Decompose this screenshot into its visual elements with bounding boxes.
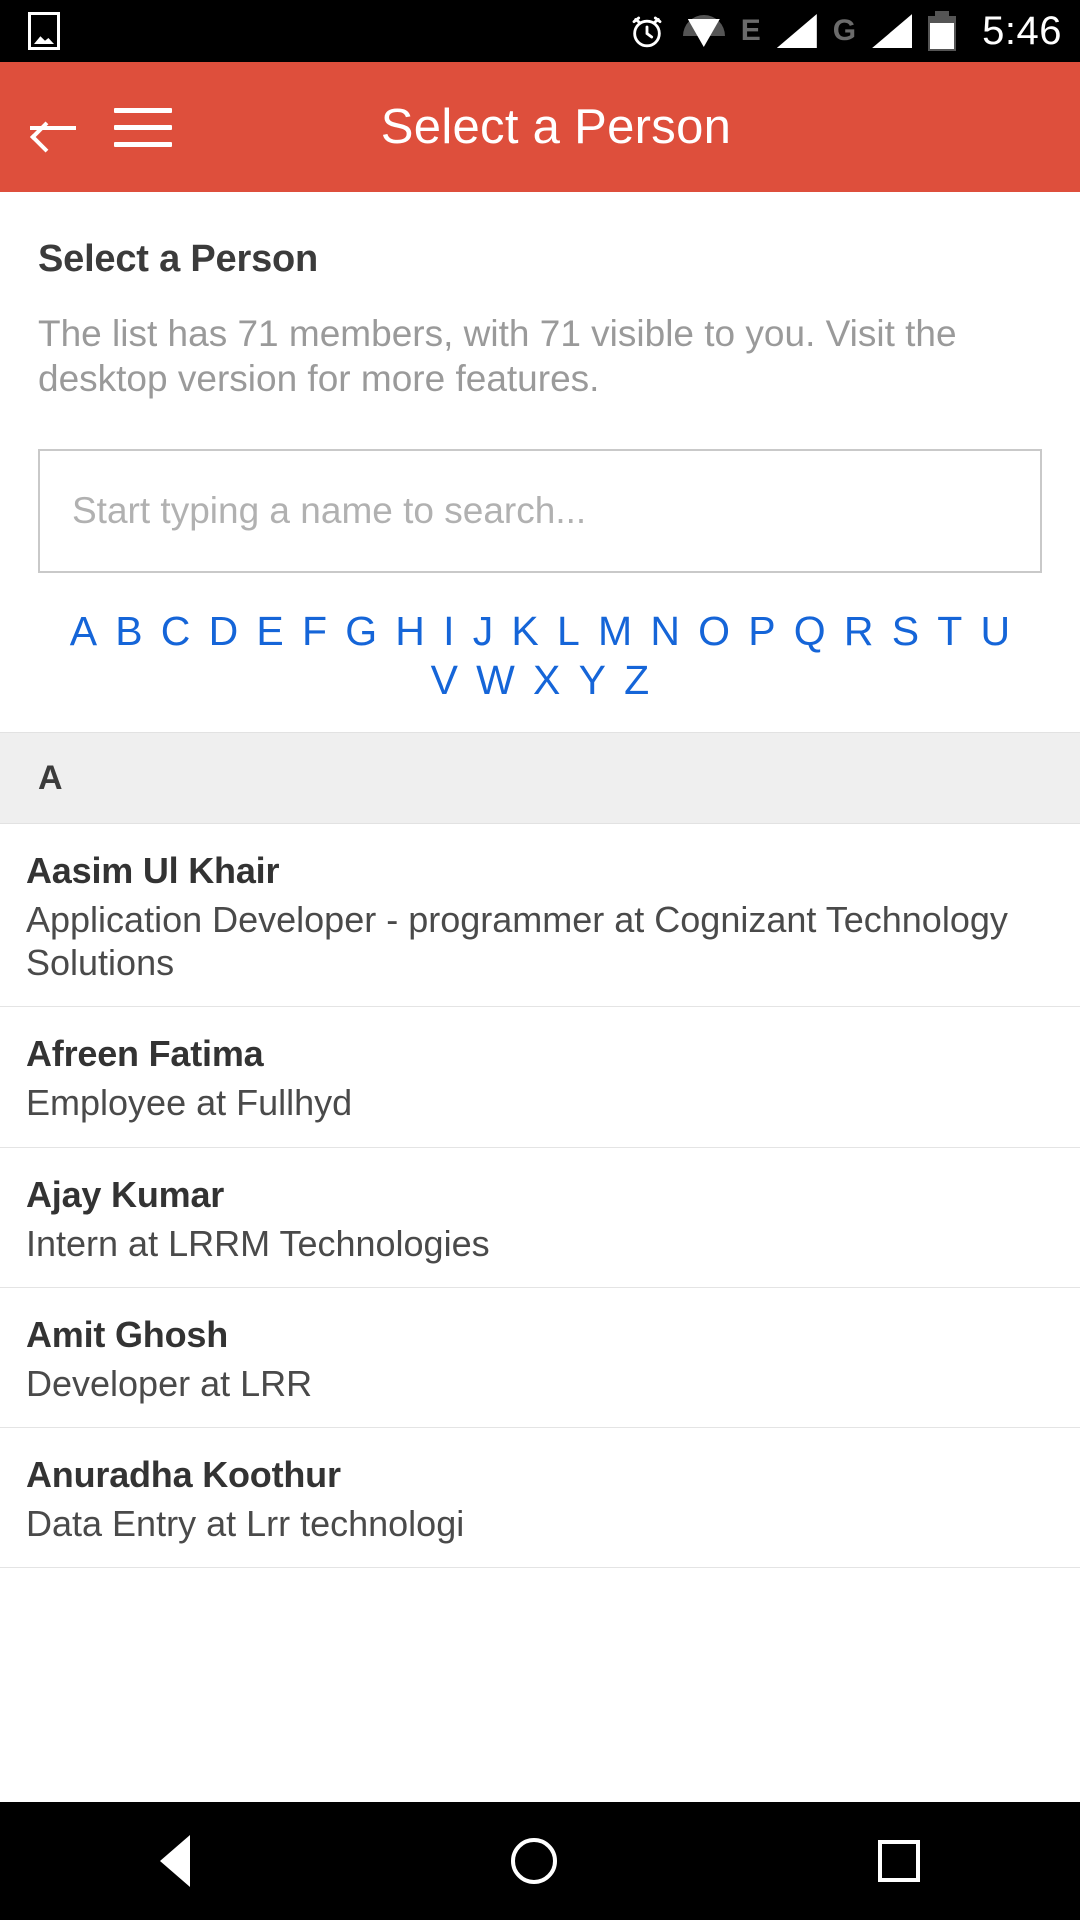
content-area: Select a Person The list has 71 members,…: [0, 192, 1080, 704]
status-bar: E G 5:46: [0, 0, 1080, 62]
alpha-link-v[interactable]: V: [422, 656, 468, 704]
alpha-link-a[interactable]: A: [61, 607, 107, 655]
app-bar: Select a Person: [0, 62, 1080, 192]
network-type-g: G: [832, 14, 857, 47]
alpha-link-k[interactable]: K: [502, 607, 548, 655]
alpha-link-i[interactable]: I: [434, 607, 464, 655]
alpha-link-w[interactable]: W: [467, 656, 524, 704]
alpha-link-s[interactable]: S: [883, 607, 929, 655]
person-list-item[interactable]: Ajay Kumar Intern at LRRM Technologies: [0, 1148, 1080, 1288]
person-list-item[interactable]: Aasim Ul Khair Application Developer - pr…: [0, 824, 1080, 1008]
alarm-icon: [632, 16, 662, 48]
signal-bars-1-icon: [776, 14, 817, 48]
alpha-link-l[interactable]: L: [548, 607, 589, 655]
alpha-link-c[interactable]: C: [152, 607, 200, 655]
search-input[interactable]: [38, 449, 1042, 574]
person-role: Developer at LRR: [26, 1362, 313, 1404]
alpha-link-f[interactable]: F: [293, 607, 336, 655]
person-name: Anuradha Koothur: [26, 1453, 341, 1495]
wifi-icon: [682, 15, 725, 47]
person-list: Aasim Ul Khair Application Developer - pr…: [0, 824, 1080, 1569]
alpha-link-b[interactable]: B: [106, 607, 152, 655]
image-icon: [28, 12, 60, 50]
alpha-link-m[interactable]: M: [589, 607, 641, 655]
signal-bars-2-icon: [872, 14, 913, 48]
person-role: Application Developer - programmer at Co…: [26, 899, 1008, 984]
alpha-link-h[interactable]: H: [386, 607, 434, 655]
alpha-link-q[interactable]: Q: [785, 607, 835, 655]
network-type-e: E: [740, 14, 761, 47]
person-role: Data Entry at Lrr technologi: [26, 1502, 465, 1544]
list-description: The list has 71 members, with 71 visible…: [38, 313, 957, 400]
person-list-item[interactable]: Afreen Fatima Employee at Fullhyd: [0, 1007, 1080, 1148]
nav-home-icon[interactable]: [510, 1838, 557, 1884]
android-nav-bar: [0, 1802, 1080, 1920]
battery-icon: [928, 11, 957, 51]
person-name: Afreen Fatima: [26, 1033, 264, 1075]
alpha-link-o[interactable]: O: [689, 607, 739, 655]
alphabet-index[interactable]: A B C D E F G H I J K L M N O P Q R S T U V W X Y Z: [38, 607, 1042, 704]
hamburger-menu-icon[interactable]: [114, 107, 172, 147]
alpha-link-t[interactable]: T: [928, 607, 971, 655]
back-arrow-icon[interactable]: [30, 107, 76, 153]
alpha-link-y[interactable]: Y: [570, 656, 616, 704]
alpha-link-x[interactable]: X: [524, 656, 570, 704]
alpha-link-d[interactable]: D: [200, 607, 248, 655]
app-bar-title: Select a Person: [380, 100, 732, 154]
section-header-letter: A: [0, 732, 1080, 824]
phone-screen: E G 5:46 Select a Person Select a Person…: [0, 0, 1080, 1920]
alpha-link-g[interactable]: G: [336, 607, 386, 655]
page-title: Select a Person: [38, 238, 319, 280]
alpha-link-p[interactable]: P: [739, 607, 785, 655]
person-list-item[interactable]: Amit Ghosh Developer at LRR: [0, 1288, 1080, 1428]
alpha-link-j[interactable]: J: [464, 607, 503, 655]
alpha-link-z[interactable]: Z: [615, 656, 658, 704]
person-role: Employee at Fullhyd: [26, 1082, 353, 1124]
person-name: Ajay Kumar: [26, 1173, 225, 1215]
status-bar-clock: 5:46: [982, 8, 1062, 53]
nav-recents-icon[interactable]: [877, 1840, 920, 1882]
alpha-link-n[interactable]: N: [641, 607, 689, 655]
person-name: Amit Ghosh: [26, 1313, 228, 1355]
nav-back-icon[interactable]: [160, 1835, 191, 1887]
search-container: [38, 449, 1042, 574]
person-name: Aasim Ul Khair: [26, 850, 280, 891]
person-list-item[interactable]: Anuradha Koothur Data Entry at Lrr techno…: [0, 1428, 1080, 1569]
person-role: Intern at LRRM Technologies: [26, 1222, 490, 1264]
alpha-link-r[interactable]: R: [835, 607, 883, 655]
alpha-link-e[interactable]: E: [247, 607, 293, 655]
alpha-link-u[interactable]: U: [971, 607, 1019, 655]
